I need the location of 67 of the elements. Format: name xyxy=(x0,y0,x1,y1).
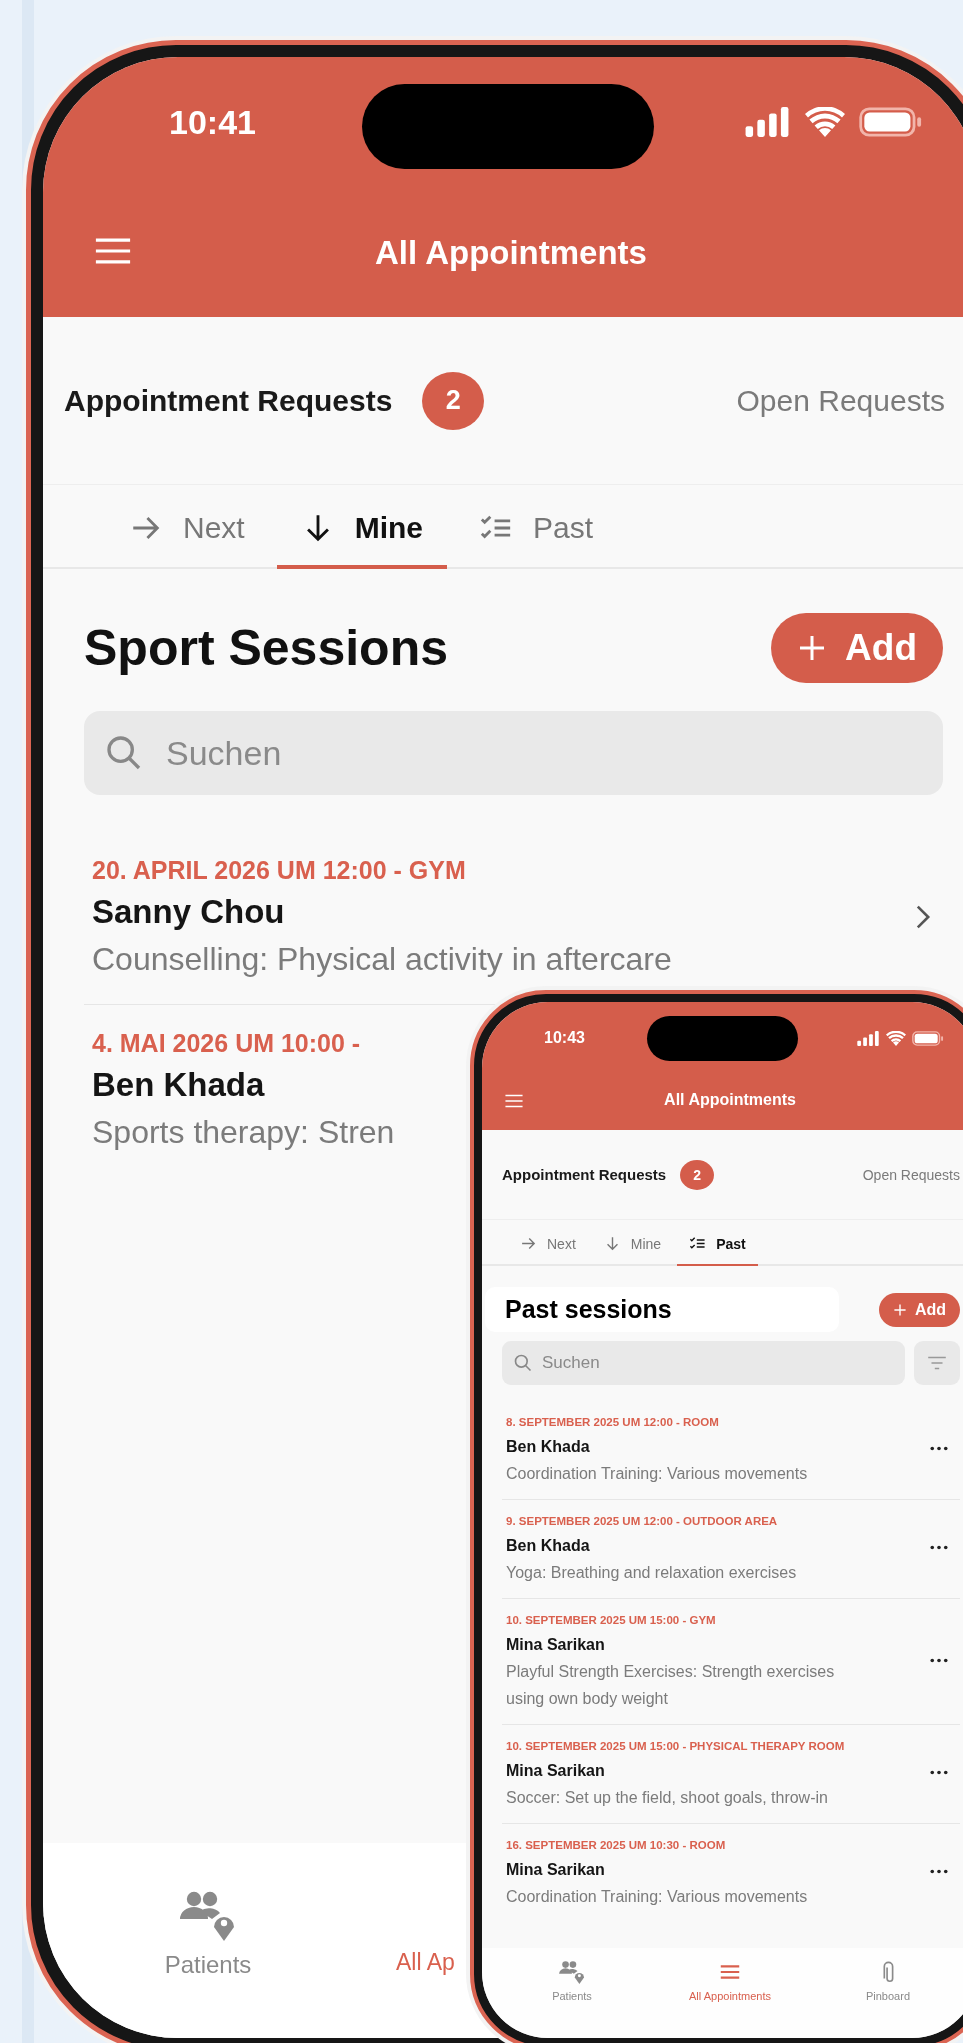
patient-name: Sanny Chou xyxy=(92,892,285,932)
requests-title: Appointment Requests xyxy=(64,383,393,418)
signal-icon xyxy=(743,107,791,137)
battery-icon xyxy=(859,107,923,137)
status-time: 10:41 xyxy=(169,102,256,142)
open-requests-link[interactable]: Open Requests xyxy=(736,383,945,418)
patient-name: Mina Sarikan xyxy=(506,1860,606,1880)
count-badge: 2 xyxy=(680,1159,715,1190)
tab[interactable]: Next xyxy=(508,1220,588,1266)
more-icon[interactable] xyxy=(930,1869,948,1874)
open-requests-link[interactable]: Open Requests xyxy=(862,1166,960,1183)
session-date: 16. SEPTEMBER 2025 UM 10:30 - ROOM xyxy=(506,1838,727,1853)
bottom-tab[interactable]: Patients xyxy=(502,1960,642,2038)
menu-icon[interactable] xyxy=(504,1094,524,1108)
header-title: All Appointments xyxy=(664,1091,796,1109)
add-button[interactable]: Add xyxy=(878,1292,960,1327)
bottom-tab[interactable]: All Appointments xyxy=(660,1960,800,2038)
session-description: Playful Strength Exercises: Strength exercises using own body weight xyxy=(506,1662,836,1709)
section-title: Past sessions xyxy=(485,1287,839,1332)
session-description: Yoga: Breathing and relaxation exercises xyxy=(506,1563,798,1583)
wifi-icon xyxy=(886,1030,906,1046)
add-button[interactable]: Add xyxy=(771,613,943,683)
tab[interactable]: Next xyxy=(105,485,269,569)
wifi-icon xyxy=(805,107,845,137)
patients-icon xyxy=(180,1889,236,1941)
tab[interactable]: Past xyxy=(455,485,618,569)
more-icon[interactable] xyxy=(930,1446,948,1451)
patient-name: Ben Khada xyxy=(506,1437,591,1457)
session-date: 4. MAI 2026 UM 10:00 - xyxy=(92,1028,361,1059)
status-time: 10:43 xyxy=(544,1029,585,1047)
menu-icon[interactable] xyxy=(93,237,133,265)
patient-name: Mina Sarikan xyxy=(506,1635,606,1655)
session-description: Coordination Training: Various movements xyxy=(506,1887,809,1907)
search-icon xyxy=(513,1353,533,1373)
session-date: 10. SEPTEMBER 2025 UM 15:00 - PHYSICAL THERAPY ROOM xyxy=(506,1739,846,1754)
patients-icon xyxy=(559,1960,585,1984)
header-title: All Appointments xyxy=(375,234,647,272)
tab[interactable]: Mine xyxy=(276,485,448,569)
session-date: 20. APRIL 2026 UM 12:00 - GYM xyxy=(92,855,466,886)
bottom-tab[interactable]: Patients xyxy=(118,1871,298,1979)
session-description: Coordination Training: Various movements xyxy=(506,1464,809,1484)
battery-icon xyxy=(912,1030,944,1046)
requests-title: Appointment Requests xyxy=(502,1166,667,1183)
bottom-tab[interactable]: All Ap xyxy=(396,1949,455,1976)
session-description: Sports therapy: Stren xyxy=(92,1113,395,1152)
section-title: Sport Sessions xyxy=(84,619,448,677)
search-field[interactable]: Suchen xyxy=(502,1341,905,1385)
patient-name: Ben Khada xyxy=(92,1065,265,1105)
more-icon[interactable] xyxy=(930,1545,948,1550)
session-date: 8. SEPTEMBER 2025 UM 12:00 - ROOM xyxy=(506,1415,720,1430)
more-icon[interactable] xyxy=(930,1657,948,1663)
patient-name: Mina Sarikan xyxy=(506,1761,606,1781)
tab[interactable]: Past xyxy=(677,1220,758,1266)
search-field[interactable]: Suchen xyxy=(84,711,943,795)
session-description: Soccer: Set up the field, shoot goals, throw-in xyxy=(506,1788,829,1808)
signal-icon xyxy=(856,1030,880,1046)
count-badge: 2 xyxy=(422,371,485,430)
patient-name: Ben Khada xyxy=(506,1536,591,1556)
session-date: 9. SEPTEMBER 2025 UM 12:00 - OUTDOOR AREA xyxy=(506,1514,779,1529)
session-description: Counselling: Physical activity in aftercare xyxy=(92,940,672,979)
bottom-tab[interactable]: Pinboard xyxy=(818,1960,958,2038)
chevron-right-icon[interactable] xyxy=(915,904,931,930)
more-icon[interactable] xyxy=(930,1770,948,1775)
arrow-right-icon xyxy=(520,1235,537,1252)
plus-icon xyxy=(892,1302,907,1317)
session-date: 10. SEPTEMBER 2025 UM 15:00 - GYM xyxy=(506,1613,717,1628)
tab[interactable]: Mine xyxy=(591,1220,674,1266)
